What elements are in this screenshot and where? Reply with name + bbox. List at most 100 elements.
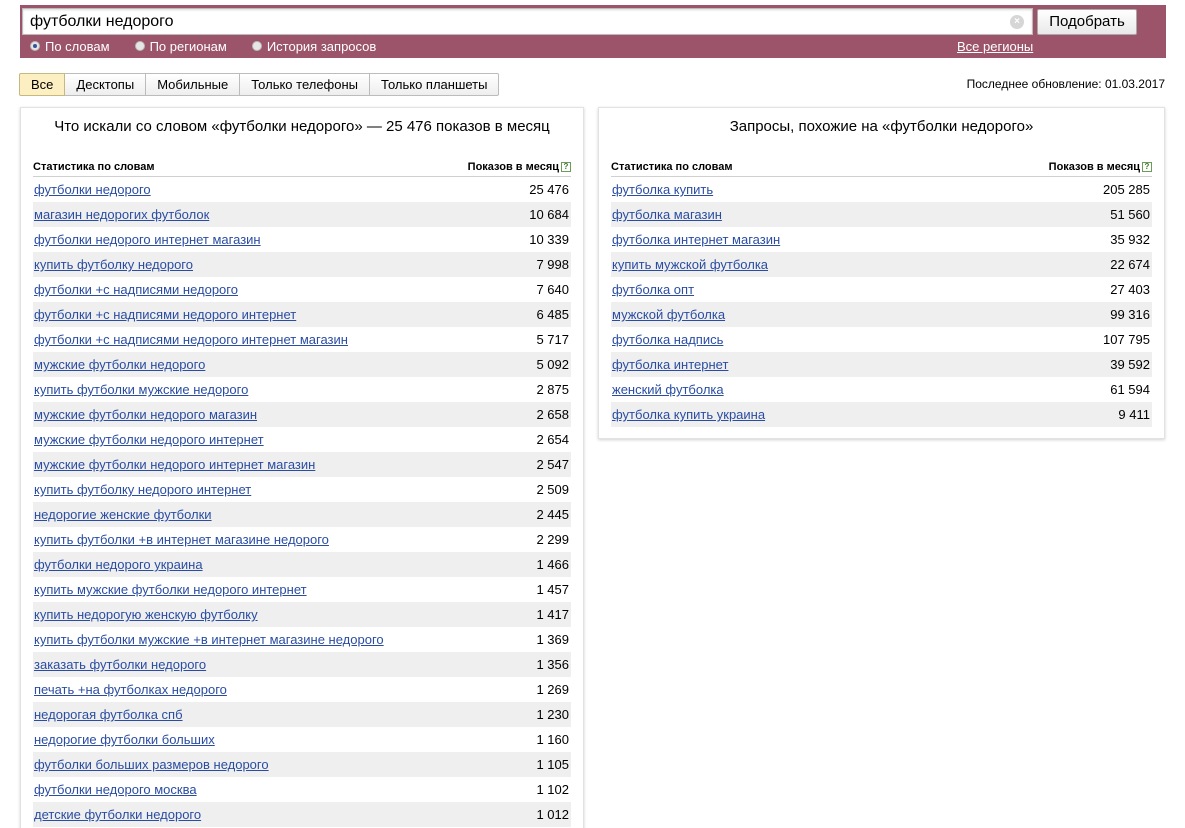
query-link[interactable]: мужские футболки недорого интернет [33,432,264,447]
query-link[interactable]: футболка опт [611,282,694,297]
query-link[interactable]: купить футболки +в интернет магазине нед… [33,532,329,547]
query-link[interactable]: футболка интернет магазин [611,232,780,247]
radio-icon[interactable] [251,41,262,51]
query-link[interactable]: купить футболки мужские недорого [33,382,248,397]
query-link[interactable]: футболки +с надписями недорого [33,282,238,297]
query-link[interactable]: печать +на футболках недорого [33,682,227,697]
search-input[interactable] [30,9,1000,34]
query-link[interactable]: футболки +с надписями недорого интернет [33,307,296,322]
query-link[interactable]: детские футболки недорого [33,807,201,822]
impressions-count: 1 160 [536,732,569,747]
impressions-count: 1 457 [536,582,569,597]
similar-queries-panel: Запросы, похожие на «футболки недорого» … [598,107,1165,439]
table-body: футболки недорого 25 476 магазин недорогих… [33,177,571,827]
query-link[interactable]: купить футболку недорого интернет [33,482,251,497]
table-row: футболка магазин 51 560 [611,202,1152,227]
panel-title: Запросы, похожие на «футболки недорого» [729,118,1034,135]
col-count-header: Показов в месяц? [468,161,571,173]
query-link[interactable]: недорогая футболка спб [33,707,183,722]
table-row: недорогие футболки больших 1 160 [33,727,571,752]
query-link[interactable]: купить футболку недорого [33,257,193,272]
impressions-count: 25 476 [529,182,569,197]
pick-button[interactable]: Подобрать [1037,9,1137,35]
impressions-count: 107 795 [1103,332,1150,347]
query-link[interactable]: купить недорогую женскую футболку [33,607,258,622]
query-link[interactable]: мужские футболки недорого магазин [33,407,257,422]
impressions-count: 2 654 [536,432,569,447]
table-row: женский футболка 61 594 [611,377,1152,402]
impressions-count: 61 594 [1110,382,1150,397]
impressions-count: 7 640 [536,282,569,297]
impressions-count: 9 411 [1118,407,1150,422]
query-link[interactable]: магазин недорогих футболок [33,207,209,222]
query-link[interactable]: футболки недорого интернет магазин [33,232,261,247]
mode-by-words[interactable]: По словам [30,38,110,54]
table-row: магазин недорогих футболок 10 684 [33,202,571,227]
col-count-label: Показов в месяц [467,160,559,173]
tab-all[interactable]: Все [19,73,66,96]
help-icon[interactable]: ? [1142,161,1152,172]
query-link[interactable]: футболка магазин [611,207,722,222]
mode-query-history[interactable]: История запросов [251,38,376,54]
query-link[interactable]: футболки +с надписями недорого интернет … [33,332,348,347]
query-link[interactable]: заказать футболки недорого [33,657,206,672]
table-row: мужские футболки недорого 5 092 [33,352,571,377]
query-link[interactable]: футболки недорого москва [33,782,197,797]
impressions-count: 1 369 [536,632,569,647]
impressions-count: 39 592 [1110,357,1150,372]
table-row: купить футболку недорого интернет 2 509 [33,477,571,502]
impressions-count: 10 339 [529,232,569,247]
table-row: футболки +с надписями недорого интернет … [33,327,571,352]
query-link[interactable]: мужские футболки недорого интернет магаз… [33,457,315,472]
tab-tablets-only[interactable]: Только планшеты [370,73,500,96]
impressions-count: 1 466 [536,557,569,572]
query-link[interactable]: футболка купить украина [611,407,765,422]
table-row: мужские футболки недорого магазин 2 658 [33,402,571,427]
query-link[interactable]: футболка надпись [611,332,723,347]
table-row: заказать футболки недорого 1 356 [33,652,571,677]
table-row: футболки недорого интернет магазин 10 339 [33,227,571,252]
table-body: футболка купить 205 285 футболка магазин 51… [611,177,1152,427]
table-row: футболка надпись 107 795 [611,327,1152,352]
tab-phones-only[interactable]: Только телефоны [240,73,371,96]
radio-icon[interactable] [134,41,145,51]
impressions-count: 51 560 [1110,207,1150,222]
query-link[interactable]: недорогие футболки больших [33,732,215,747]
table-row: футболки больших размеров недорого 1 105 [33,752,571,777]
query-link[interactable]: женский футболка [611,382,724,397]
search-box[interactable]: × [22,8,1033,35]
query-link[interactable]: футболки больших размеров недорого [33,757,269,772]
query-link[interactable]: мужской футболка [611,307,725,322]
tab-desktops[interactable]: Десктопы [65,73,147,96]
table-row: футболка интернет 39 592 [611,352,1152,377]
table-row: печать +на футболках недорого 1 269 [33,677,571,702]
clear-icon[interactable]: × [1010,15,1024,29]
table-row: купить футболки мужские +в интернет мага… [33,627,571,652]
all-regions-link[interactable]: Все регионы [957,39,1033,54]
query-link[interactable]: футболка купить [611,182,713,197]
impressions-count: 1 417 [536,607,569,622]
device-tabs: Все Десктопы Мобильные Только телефоны Т… [19,73,500,96]
query-link[interactable]: купить мужской футболка [611,257,768,272]
query-link[interactable]: футболки недорого украина [33,557,203,572]
panel-title: Что искали со словом «футболки недорого»… [54,118,550,135]
query-link[interactable]: футболки недорого [33,182,151,197]
query-link[interactable]: купить футболки мужские +в интернет мага… [33,632,384,647]
mode-by-regions[interactable]: По регионам [134,38,227,54]
help-icon[interactable]: ? [561,161,571,172]
impressions-count: 99 316 [1110,307,1150,322]
table-row: футболка купить украина 9 411 [611,402,1152,427]
query-link[interactable]: купить мужские футболки недорого интерне… [33,582,307,597]
query-link[interactable]: мужские футболки недорого [33,357,205,372]
query-link[interactable]: недорогие женские футболки [33,507,212,522]
radio-icon[interactable] [30,41,40,51]
impressions-count: 2 509 [536,482,569,497]
query-link[interactable]: футболка интернет [611,357,728,372]
table-row: футболка купить 205 285 [611,177,1152,202]
tab-mobile[interactable]: Мобильные [146,73,241,96]
table-row: купить футболки мужские недорого 2 875 [33,377,571,402]
table-row: мужской футболка 99 316 [611,302,1152,327]
impressions-count: 2 445 [536,507,569,522]
impressions-count: 1 230 [536,707,569,722]
header-arrow-decoration [1144,5,1164,57]
